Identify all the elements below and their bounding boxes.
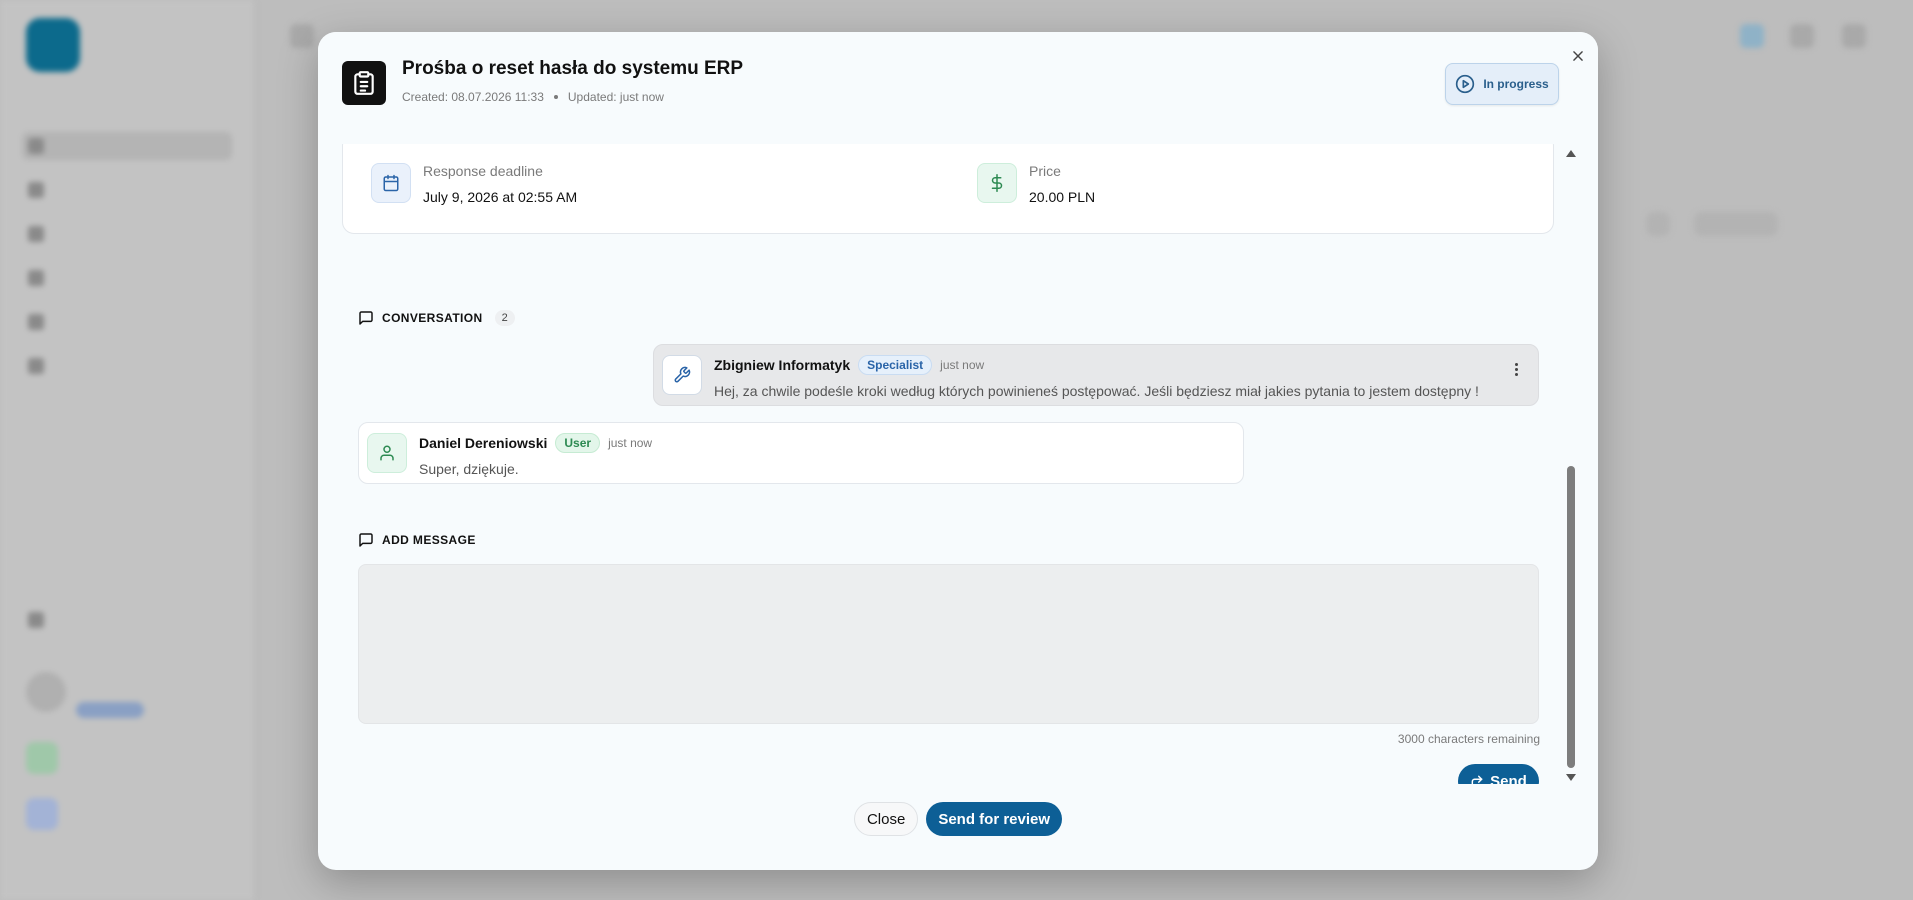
- modal-body[interactable]: Response deadline July 9, 2026 at 02:55 …: [318, 144, 1580, 784]
- status-label: In progress: [1483, 77, 1549, 91]
- sidebar-item: [22, 308, 232, 336]
- message-time: just now: [608, 436, 653, 450]
- message-square-icon: [359, 311, 373, 325]
- price-value: 20.00 PLN: [1029, 189, 1096, 205]
- message-author: Zbigniew Informatyk: [714, 357, 851, 373]
- ticket-modal: Prośba o reset hasła do systemu ERP Crea…: [318, 32, 1598, 870]
- sidebar-item: [22, 132, 232, 160]
- conversation-heading: CONVERSATION 2: [358, 310, 515, 326]
- scroll-thumb[interactable]: [1567, 466, 1575, 768]
- updated-date: Updated: just now: [567, 90, 664, 104]
- deadline-label: Response deadline: [423, 163, 543, 179]
- modal-footer: Close Send for review: [318, 802, 1598, 836]
- chars-remaining: 3000 characters remaining: [1397, 732, 1540, 746]
- app-logo: [26, 18, 80, 72]
- price-label: Price: [1029, 163, 1061, 179]
- sidebar-item: [22, 352, 232, 380]
- sidebar-item: [22, 264, 232, 292]
- notification-icon: [1740, 24, 1764, 48]
- modal-header: Prośba o reset hasła do systemu ERP Crea…: [318, 32, 1598, 144]
- sidebar-item: [22, 220, 232, 248]
- share-arrow-icon: [1471, 775, 1483, 784]
- message-square-icon: [359, 533, 373, 547]
- role-badge: User: [555, 433, 601, 453]
- background-chip: [1694, 212, 1778, 236]
- price-info: Price 20.00 PLN: [977, 163, 1095, 205]
- ticket-details-card: Response deadline July 9, 2026 at 02:55 …: [342, 144, 1554, 234]
- send-button[interactable]: Send: [1458, 764, 1539, 784]
- send-for-review-button[interactable]: Send for review: [926, 802, 1063, 836]
- avatar: [26, 672, 66, 712]
- settings-icon: [1842, 24, 1866, 48]
- more-vertical-icon[interactable]: [1508, 359, 1524, 379]
- add-message-title: ADD MESSAGE: [382, 533, 476, 547]
- created-date: Created: 08.07.2026 11:33: [402, 90, 544, 104]
- conversation-title: CONVERSATION: [382, 311, 483, 325]
- message-specialist: Zbigniew Informatyk Specialist just now …: [653, 344, 1539, 406]
- ticket-meta: Created: 08.07.2026 11:33 Updated: just …: [402, 90, 664, 104]
- message-author: Daniel Dereniowski: [419, 435, 548, 451]
- close-icon[interactable]: [1566, 44, 1590, 68]
- message-time: just now: [940, 358, 985, 372]
- menu-icon: [290, 24, 314, 48]
- user-icon: [367, 433, 407, 473]
- modal-title: Prośba o reset hasła do systemu ERP: [402, 58, 744, 79]
- calendar-icon: [371, 163, 411, 203]
- theme-icon: [1790, 24, 1814, 48]
- sidebar-collapse: [22, 606, 232, 634]
- send-label: Send: [1490, 772, 1527, 785]
- sidebar-item: [22, 176, 232, 204]
- message-text: Hej, za chwile podeśle kroki według któr…: [714, 383, 1479, 399]
- meta-separator: [553, 95, 558, 99]
- add-message-heading: ADD MESSAGE: [358, 532, 476, 548]
- message-count-badge: 2: [494, 310, 515, 326]
- role-badge: Specialist: [858, 355, 933, 375]
- sidebar-stat-icon: [26, 742, 58, 774]
- background-sidebar: [0, 0, 255, 900]
- sidebar-user-badge: [76, 702, 144, 718]
- scroll-up-arrow[interactable]: [1566, 150, 1576, 157]
- dollar-icon: [977, 163, 1017, 203]
- scroll-down-arrow[interactable]: [1566, 774, 1576, 781]
- close-button[interactable]: Close: [853, 802, 919, 836]
- deadline-value: July 9, 2026 at 02:55 AM: [423, 189, 578, 205]
- play-circle-icon: [1456, 74, 1475, 94]
- wrench-icon: [662, 355, 702, 395]
- sidebar-stat-icon: [26, 798, 58, 830]
- message-user: Daniel Dereniowski User just now Super, …: [358, 422, 1244, 484]
- modal-scrollbar[interactable]: [1563, 150, 1579, 790]
- deadline-info: Response deadline July 9, 2026 at 02:55 …: [371, 163, 577, 205]
- background-chip: [1646, 212, 1670, 236]
- clipboard-list-icon: [342, 61, 386, 105]
- status-badge[interactable]: In progress: [1445, 63, 1559, 105]
- message-input[interactable]: [358, 564, 1539, 724]
- message-text: Super, dziękuje.: [419, 461, 519, 477]
